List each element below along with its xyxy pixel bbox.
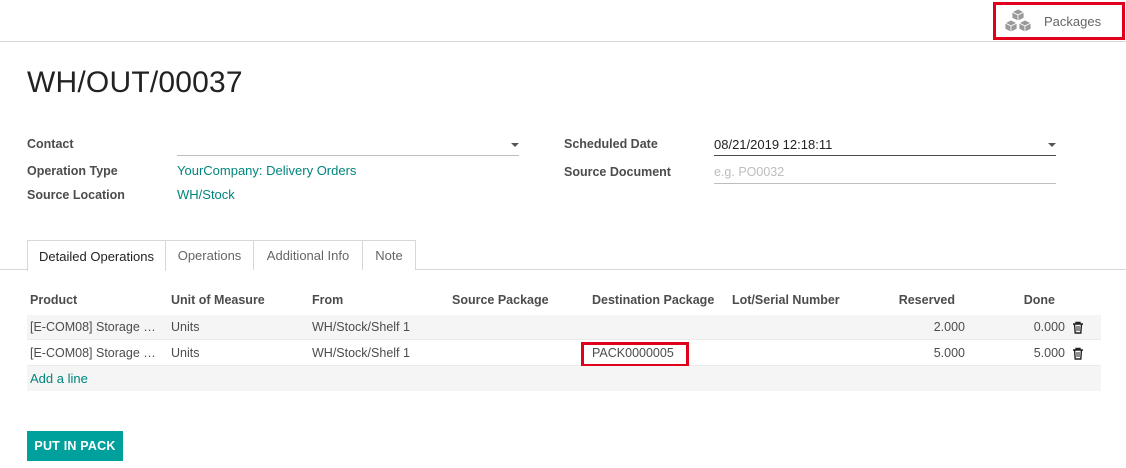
put-in-pack-button[interactable]: PUT IN PACK: [27, 431, 123, 461]
chevron-down-icon[interactable]: [1048, 143, 1056, 147]
source-location-link[interactable]: WH/Stock: [177, 187, 235, 202]
control-panel: Packages: [0, 0, 1126, 42]
trash-icon[interactable]: [1072, 321, 1084, 334]
cell-destination-package[interactable]: PACK0000005: [592, 346, 674, 360]
packages-smart-button[interactable]: Packages: [993, 2, 1125, 40]
trash-icon[interactable]: [1072, 347, 1084, 360]
cell-done: 5.000: [1033, 346, 1065, 360]
column-header-lot-serial[interactable]: Lot/Serial Number: [732, 293, 840, 307]
scheduled-date-label: Scheduled Date: [564, 137, 658, 151]
cell-from: WH/Stock/Shelf 1: [312, 320, 410, 334]
source-document-placeholder: e.g. PO0032: [714, 165, 785, 179]
chevron-down-icon[interactable]: [511, 143, 519, 147]
operation-type-link[interactable]: YourCompany: Delivery Orders: [177, 163, 356, 178]
cell-reserved: 5.000: [933, 346, 965, 360]
column-header-from[interactable]: From: [312, 293, 343, 307]
add-line-row: [27, 366, 1101, 391]
column-header-source-package[interactable]: Source Package: [452, 293, 549, 307]
contact-field[interactable]: [177, 134, 519, 156]
tab-note[interactable]: Note: [362, 240, 416, 270]
column-header-uom[interactable]: Unit of Measure: [171, 293, 265, 307]
contact-label: Contact: [27, 137, 74, 151]
scheduled-date-value: 08/21/2019 12:18:11: [714, 137, 833, 152]
source-document-field[interactable]: e.g. PO0032: [714, 162, 1056, 184]
cell-uom: Units: [171, 346, 200, 360]
cubes-icon: [1004, 8, 1032, 34]
cell-product: [E-COM08] Storage B…: [30, 320, 162, 334]
source-location-label: Source Location: [27, 188, 125, 202]
tab-detailed-operations[interactable]: Detailed Operations: [27, 240, 166, 271]
cell-done: 0.000: [1033, 320, 1065, 334]
add-line-link[interactable]: Add a line: [30, 371, 88, 386]
column-header-destination-package[interactable]: Destination Package: [592, 293, 714, 307]
column-header-reserved[interactable]: Reserved: [860, 293, 955, 307]
operation-type-label: Operation Type: [27, 164, 118, 178]
tab-additional-info[interactable]: Additional Info: [253, 240, 363, 270]
cell-from: WH/Stock/Shelf 1: [312, 346, 410, 360]
cell-product: [E-COM08] Storage B…: [30, 346, 162, 360]
scheduled-date-field[interactable]: 08/21/2019 12:18:11: [714, 134, 1056, 156]
column-header-done[interactable]: Done: [960, 293, 1055, 307]
packages-label: Packages: [1044, 13, 1102, 29]
cell-uom: Units: [171, 320, 200, 334]
source-document-label: Source Document: [564, 165, 671, 179]
record-title: WH/OUT/00037: [27, 66, 243, 99]
cell-reserved: 2.000: [933, 320, 965, 334]
tab-operations[interactable]: Operations: [165, 240, 254, 270]
column-header-product[interactable]: Product: [30, 293, 77, 307]
